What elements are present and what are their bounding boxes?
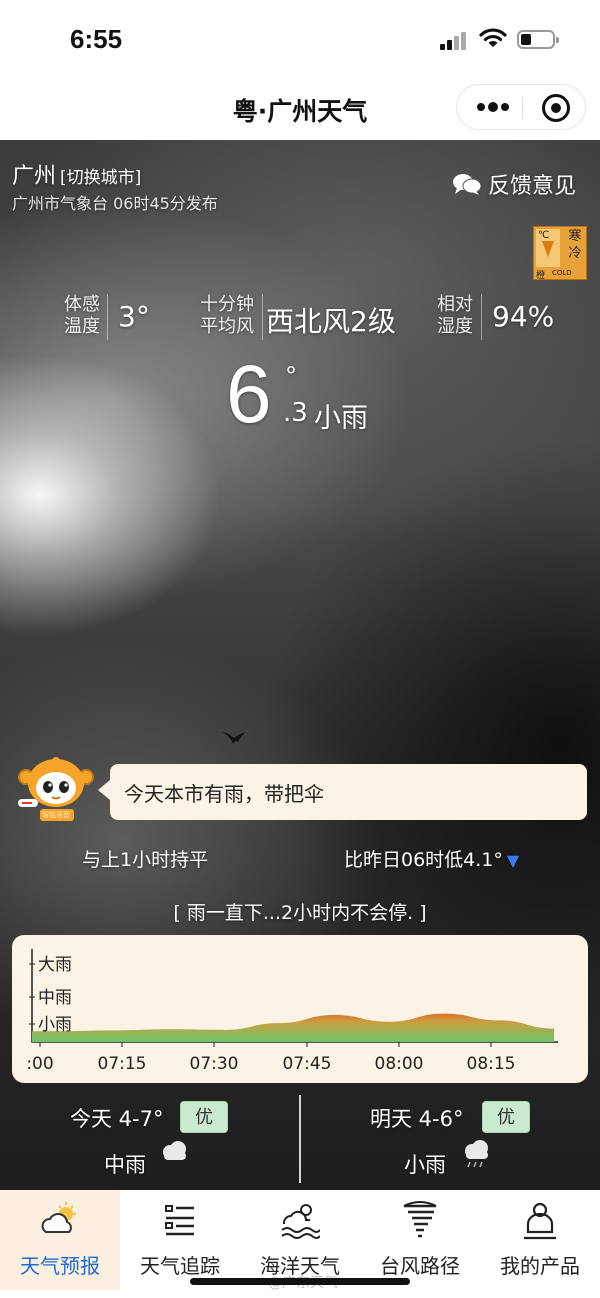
tomorrow-condition: 小雨: [404, 1153, 446, 1177]
wind-value: 西北风2级: [266, 305, 396, 338]
precipitation-area: [32, 1013, 554, 1042]
current-condition: 小雨: [314, 403, 368, 434]
feels-label-line2: 温度: [64, 316, 100, 337]
signal-icon: [440, 30, 470, 50]
chart-x-tick-label: 07:30: [190, 1054, 239, 1074]
today-temp-range: 今天 4-7°: [70, 1107, 164, 1131]
chart-x-tick-label: :00: [26, 1054, 53, 1074]
more-icon[interactable]: [475, 97, 511, 117]
warning-unit: ℃: [538, 230, 550, 241]
tab-label: 天气预报: [20, 1254, 100, 1278]
cloud-icon: [163, 1141, 186, 1160]
current-temp-integer: 6: [226, 349, 272, 440]
warning-en: COLD: [552, 269, 572, 277]
status-time: 6:55: [70, 24, 123, 54]
wind-label: 十分钟 平均风: [196, 294, 258, 338]
status-bar: 6:55: [0, 0, 600, 80]
cloud-sun-icon: [41, 1202, 76, 1233]
humidity-label-line2: 湿度: [437, 316, 473, 337]
feels-label-line1: 体感: [64, 294, 100, 315]
chart-y-label: 小雨: [38, 1015, 72, 1035]
tab-label: 台风路径: [380, 1254, 460, 1278]
switch-city-link[interactable]: [切换城市]: [60, 168, 141, 188]
today-aqi-badge: 优: [180, 1101, 228, 1133]
tab-weather-forecast[interactable]: 天气预报: [0, 1190, 120, 1290]
forecast-divider: [299, 1095, 301, 1183]
hour-compare-text: 与上1小时持平: [82, 849, 209, 871]
chart-x-tick-label: 07:45: [283, 1054, 332, 1074]
tab-weather-tracking[interactable]: 天气追踪: [120, 1190, 240, 1290]
wind-label-line1: 十分钟: [200, 294, 254, 315]
daily-forecast: 今天 4-7° 优 中雨 明天 4-6° 优 小雨: [0, 1095, 600, 1190]
yesterday-compare: 比昨日06时低4.1° ▼: [344, 845, 519, 872]
tomorrow-aqi-badge: 优: [482, 1101, 530, 1133]
wifi-icon: [479, 28, 507, 47]
feedback-button[interactable]: 反馈意见: [452, 168, 576, 200]
city-header: 广州 [切换城市]: [12, 158, 141, 190]
bottom-tab-bar: 天气预报 天气追踪 海洋天气 台风路径 我的产品 @广东天气: [0, 1190, 600, 1298]
cold-warning-badge[interactable]: ℃ 寒冷 橙 COLD: [533, 226, 587, 281]
robot-caption: 智能语音: [42, 811, 70, 819]
chart-x-tick-label: 07:15: [98, 1054, 147, 1074]
yesterday-compare-text: 比昨日06时低4.1°: [344, 849, 503, 871]
chart-y-label: 中雨: [38, 988, 72, 1008]
weather-panel: 广州 [切换城市] 广州市气象台 06时45分发布 反馈意见 ℃ 寒冷 橙 COL…: [0, 140, 600, 1190]
current-temp-degree: °: [285, 362, 297, 390]
ocean-icon: [281, 1204, 320, 1239]
wind-label-line2: 平均风: [200, 316, 254, 337]
down-arrow-icon: ▼: [506, 851, 520, 870]
mini-program-capsule: [456, 84, 586, 130]
tab-label: 我的产品: [500, 1254, 580, 1278]
home-indicator: [190, 1278, 410, 1285]
title-bar: 粤·广州天气: [0, 80, 600, 140]
assistant-tip-bubble: 今天本市有雨，带把伞: [98, 764, 587, 820]
light-rain-icon: [465, 1140, 488, 1168]
humidity-label: 相对 湿度: [434, 294, 476, 338]
chart-x-tick-label: 08:15: [467, 1054, 516, 1074]
user-icon: [524, 1202, 556, 1240]
feels-like-label: 体感 温度: [60, 294, 104, 338]
chat-icon: [453, 174, 482, 195]
close-target-icon[interactable]: [542, 94, 570, 122]
feels-like-value: 3°: [118, 300, 150, 333]
current-temp-decimal: .3: [283, 398, 308, 428]
tomorrow-temp-range: 明天 4-6°: [370, 1107, 464, 1131]
tab-label: 天气追踪: [140, 1254, 220, 1278]
today-condition: 中雨: [104, 1153, 146, 1177]
bird-silhouette: [222, 732, 246, 744]
metrics-row: 体感 温度 3° 十分钟 平均风 西北风2级 相对 湿度 94%: [0, 290, 600, 350]
typhoon-icon: [403, 1201, 437, 1238]
rain-duration-message: [ 雨一直下...2小时内不会停. ]: [173, 902, 427, 924]
feedback-label: 反馈意见: [488, 174, 577, 199]
tab-typhoon-track[interactable]: 台风路径: [360, 1190, 480, 1290]
precipitation-chart: 小雨 中雨 大雨 :00 07:15 07:30 07:45 08:00 08:15: [26, 949, 558, 1074]
list-icon: [165, 1205, 194, 1236]
warning-level: 橙: [536, 271, 546, 281]
precipitation-chart-card: 小雨 中雨 大雨 :00 07:15 07:30 07:45 08:00 08:15: [12, 935, 588, 1083]
chart-x-tick-label: 08:00: [375, 1054, 424, 1074]
humidity-label-line1: 相对: [437, 294, 473, 315]
warning-zh: 寒冷: [568, 229, 582, 261]
battery-icon: [517, 30, 559, 49]
humidity-value: 94%: [492, 300, 555, 333]
issuer-text: 广州市气象台 06时45分发布: [12, 194, 218, 213]
tab-my-products[interactable]: 我的产品: [480, 1190, 600, 1290]
arrow-down-icon: [542, 241, 554, 257]
city-name: 广州: [12, 164, 57, 189]
chart-y-label: 大雨: [38, 955, 72, 975]
